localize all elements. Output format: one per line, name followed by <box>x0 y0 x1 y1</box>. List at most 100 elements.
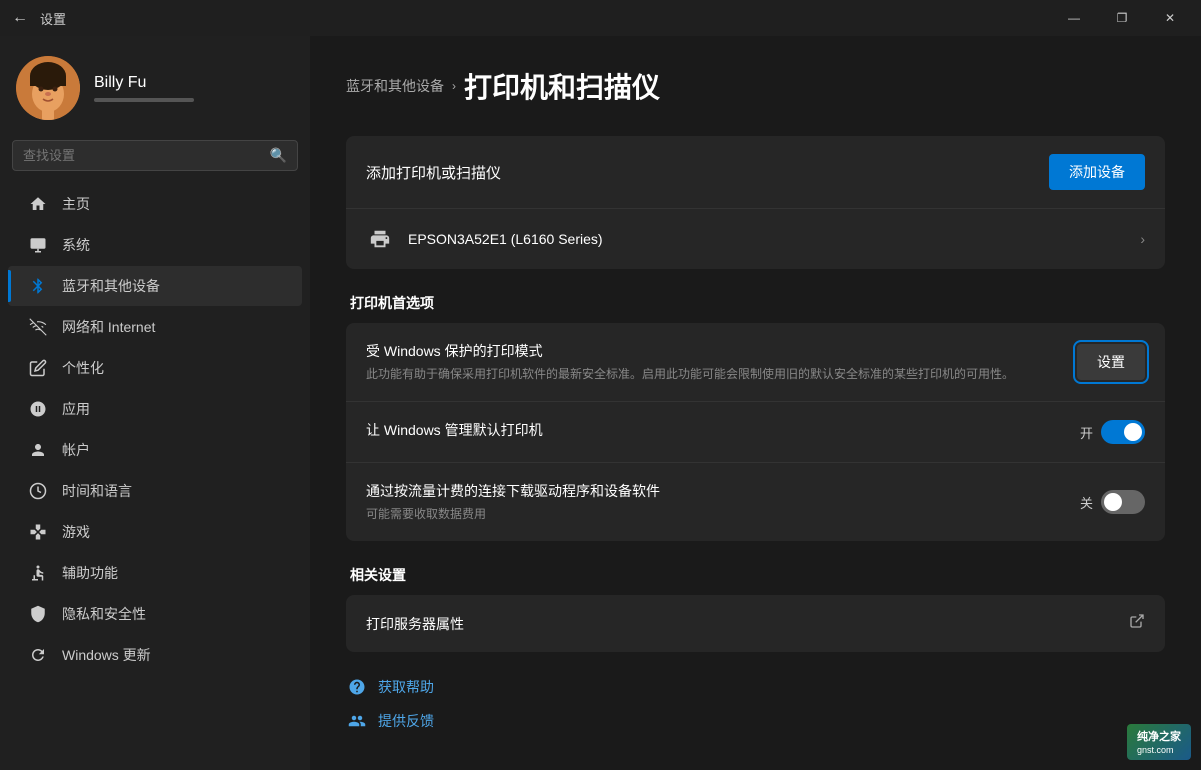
sidebar-item-gaming-label: 游戏 <box>62 522 90 542</box>
breadcrumb: 蓝牙和其他设备 › 打印机和扫描仪 <box>346 66 1165 106</box>
windows-update-icon <box>28 645 48 665</box>
printer-icon <box>366 225 394 253</box>
apps-icon <box>28 399 48 419</box>
windows-protected-desc: 此功能有助于确保采用打印机软件的最新安全标准。启用此功能可能会限制使用旧的默认安… <box>366 365 1057 383</box>
minimize-button[interactable]: — <box>1051 2 1097 34</box>
watermark: 纯净之家 gnst.com <box>1127 724 1191 760</box>
sidebar-nav: 主页 系统 蓝牙和其他设备 网络和 Internet <box>0 183 310 676</box>
privacy-icon <box>28 604 48 624</box>
sidebar-item-bluetooth-label: 蓝牙和其他设备 <box>62 276 160 296</box>
printer-item-epson[interactable]: EPSON3A52E1 (L6160 Series) › <box>346 208 1165 269</box>
sidebar-item-bluetooth[interactable]: 蓝牙和其他设备 <box>8 266 302 306</box>
sidebar-item-time[interactable]: 时间和语言 <box>8 471 302 511</box>
sidebar-item-network-label: 网络和 Internet <box>62 317 155 337</box>
help-icon <box>346 676 368 698</box>
manage-default-toggle[interactable] <box>1101 420 1145 444</box>
printer-preferences-section: 受 Windows 保护的打印模式 此功能有助于确保采用打印机软件的最新安全标准… <box>346 323 1165 541</box>
manage-default-row: 让 Windows 管理默认打印机 开 <box>346 401 1165 462</box>
breadcrumb-current: 打印机和扫描仪 <box>464 66 660 106</box>
sidebar-item-time-label: 时间和语言 <box>62 481 132 501</box>
windows-protected-settings-button[interactable]: 设置 <box>1077 344 1145 380</box>
title-bar: ← 设置 — ❐ ✕ <box>0 0 1201 36</box>
accounts-icon <box>28 440 48 460</box>
user-info: Billy Fu <box>94 74 194 102</box>
manage-default-info: 让 Windows 管理默认打印机 <box>366 420 1080 444</box>
printer-arrow-icon: › <box>1140 231 1145 247</box>
printer-preferences-title: 打印机首选项 <box>346 293 1165 313</box>
metered-download-info: 通过按流量计费的连接下载驱动程序和设备软件 可能需要收取数据费用 <box>366 481 1080 523</box>
provide-feedback-link[interactable]: 提供反馈 <box>346 710 1165 732</box>
windows-protected-info: 受 Windows 保护的打印模式 此功能有助于确保采用打印机软件的最新安全标准… <box>366 341 1077 383</box>
add-printer-section: 添加打印机或扫描仪 添加设备 EPSON3A52E1 (L6160 Series… <box>346 136 1165 269</box>
bluetooth-icon <box>28 276 48 296</box>
accessibility-icon <box>28 563 48 583</box>
breadcrumb-arrow: › <box>452 79 456 93</box>
sidebar-item-system-label: 系统 <box>62 235 90 255</box>
manage-default-toggle-label: 开 <box>1080 423 1093 442</box>
sidebar-item-accessibility[interactable]: 辅助功能 <box>8 553 302 593</box>
windows-protected-row: 受 Windows 保护的打印模式 此功能有助于确保采用打印机软件的最新安全标准… <box>346 323 1165 401</box>
sidebar-item-apps-label: 应用 <box>62 399 90 419</box>
metered-download-label: 通过按流量计费的连接下载驱动程序和设备软件 <box>366 481 1060 501</box>
metered-download-row: 通过按流量计费的连接下载驱动程序和设备软件 可能需要收取数据费用 关 <box>346 462 1165 541</box>
breadcrumb-parent[interactable]: 蓝牙和其他设备 <box>346 76 444 96</box>
sidebar-item-windows-update-label: Windows 更新 <box>62 645 151 665</box>
sidebar-item-gaming[interactable]: 游戏 <box>8 512 302 552</box>
title-bar-title: 设置 <box>40 9 66 28</box>
toggle-thumb-off <box>1104 493 1122 511</box>
sidebar-item-system[interactable]: 系统 <box>8 225 302 265</box>
feedback-icon <box>346 710 368 732</box>
maximize-button[interactable]: ❐ <box>1099 2 1145 34</box>
sidebar-item-home-label: 主页 <box>62 194 90 214</box>
print-server-properties-label: 打印服务器属性 <box>366 614 464 634</box>
windows-protected-label: 受 Windows 保护的打印模式 <box>366 341 1057 361</box>
printer-name: EPSON3A52E1 (L6160 Series) <box>408 231 1126 247</box>
window-controls: — ❐ ✕ <box>1051 2 1193 34</box>
footer-links: 获取帮助 提供反馈 <box>346 676 1165 732</box>
search-icon: 🔍 <box>270 147 287 164</box>
sidebar-item-network[interactable]: 网络和 Internet <box>8 307 302 347</box>
sidebar-item-accounts[interactable]: 帐户 <box>8 430 302 470</box>
sidebar-item-windows-update[interactable]: Windows 更新 <box>8 635 302 675</box>
metered-download-toggle-label: 关 <box>1080 493 1093 512</box>
sidebar: Billy Fu 🔍 主页 系统 <box>0 36 310 770</box>
personalization-icon <box>28 358 48 378</box>
content-area: 蓝牙和其他设备 › 打印机和扫描仪 添加打印机或扫描仪 添加设备 EPSON3A… <box>310 36 1201 770</box>
toggle-thumb <box>1124 423 1142 441</box>
get-help-link[interactable]: 获取帮助 <box>346 676 1165 698</box>
related-settings-title: 相关设置 <box>346 565 1165 585</box>
add-device-button[interactable]: 添加设备 <box>1049 154 1145 190</box>
system-icon <box>28 235 48 255</box>
related-settings-section: 打印服务器属性 <box>346 595 1165 652</box>
add-printer-label: 添加打印机或扫描仪 <box>366 162 501 183</box>
search-box: 🔍 <box>12 140 298 171</box>
search-input[interactable] <box>23 148 262 163</box>
external-link-icon <box>1129 613 1145 634</box>
avatar <box>16 56 80 120</box>
gaming-icon <box>28 522 48 542</box>
sidebar-item-personalization[interactable]: 个性化 <box>8 348 302 388</box>
user-name: Billy Fu <box>94 74 194 92</box>
sidebar-item-apps[interactable]: 应用 <box>8 389 302 429</box>
metered-download-desc: 可能需要收取数据费用 <box>366 505 1060 523</box>
user-profile[interactable]: Billy Fu <box>0 36 310 140</box>
get-help-label: 获取帮助 <box>378 677 434 697</box>
add-printer-row: 添加打印机或扫描仪 添加设备 <box>346 136 1165 208</box>
metered-download-toggle-container: 关 <box>1080 490 1145 514</box>
sidebar-item-accounts-label: 帐户 <box>62 440 90 460</box>
close-button[interactable]: ✕ <box>1147 2 1193 34</box>
provide-feedback-label: 提供反馈 <box>378 711 434 731</box>
sidebar-item-home[interactable]: 主页 <box>8 184 302 224</box>
print-server-properties-row[interactable]: 打印服务器属性 <box>346 595 1165 652</box>
sidebar-item-accessibility-label: 辅助功能 <box>62 563 118 583</box>
user-detail-bar <box>94 98 194 102</box>
manage-default-toggle-container: 开 <box>1080 420 1145 444</box>
home-icon <box>28 194 48 214</box>
sidebar-item-privacy[interactable]: 隐私和安全性 <box>8 594 302 634</box>
sidebar-item-privacy-label: 隐私和安全性 <box>62 604 146 624</box>
network-icon <box>28 317 48 337</box>
time-icon <box>28 481 48 501</box>
metered-download-toggle[interactable] <box>1101 490 1145 514</box>
back-button[interactable]: ← <box>8 5 32 31</box>
search-container: 🔍 <box>0 140 310 183</box>
